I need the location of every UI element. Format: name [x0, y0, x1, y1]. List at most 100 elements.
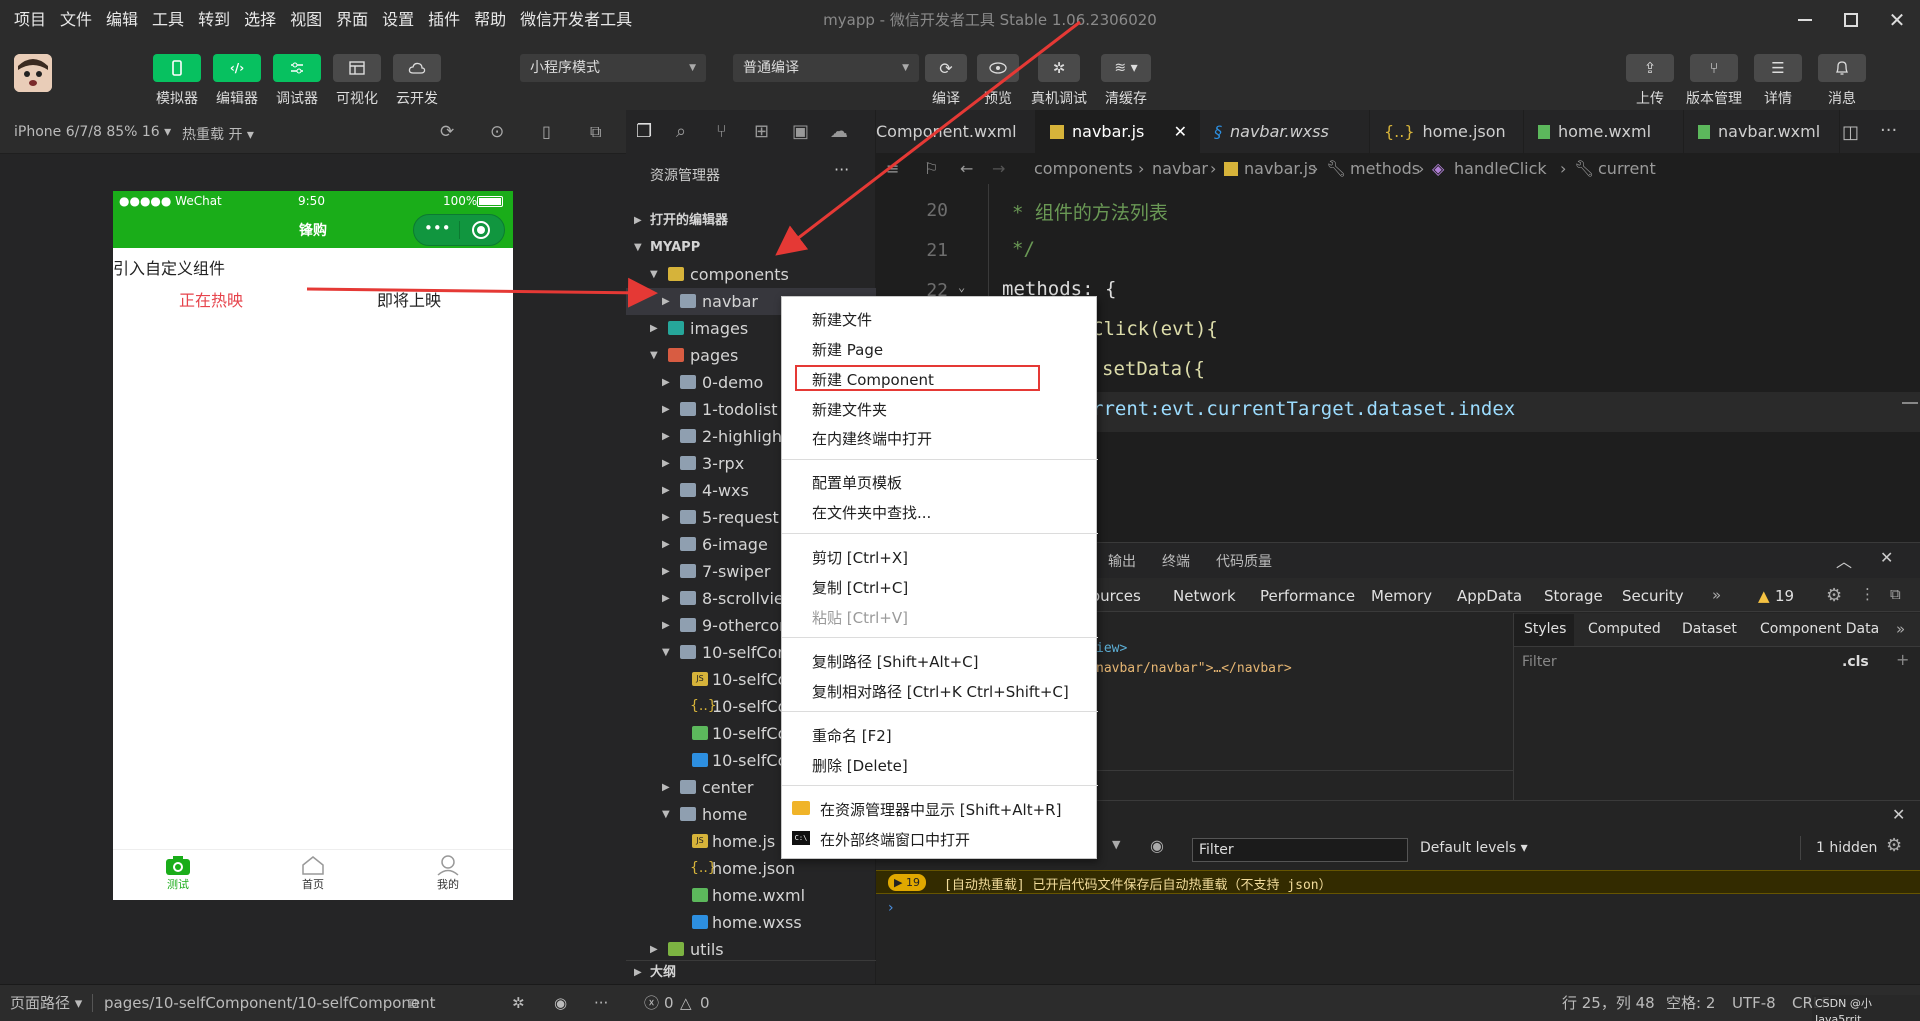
- more-tabs-icon[interactable]: »: [1712, 586, 1721, 604]
- default-levels-select[interactable]: Default levels ▾: [1420, 840, 1528, 856]
- tab-now-showing[interactable]: 正在热映: [179, 287, 243, 311]
- forward-arrow-icon[interactable]: →: [992, 154, 1005, 184]
- tab-navbar-wxss[interactable]: § navbar.wxss: [1200, 110, 1370, 154]
- crumb-navbar[interactable]: navbar: [1152, 154, 1208, 184]
- error-icon[interactable]: ⓧ: [644, 985, 659, 1021]
- computed-tab[interactable]: Computed: [1588, 621, 1661, 637]
- more-icon[interactable]: ···: [834, 160, 849, 179]
- copy-icon[interactable]: ⧉: [408, 985, 419, 1021]
- ctx-find-in-folder[interactable]: 在文件夹中查找...: [812, 502, 931, 523]
- visual-button[interactable]: [333, 54, 381, 82]
- dock-icon[interactable]: ⧉: [1890, 585, 1901, 603]
- ctx-new-page[interactable]: 新建 Page: [812, 339, 883, 360]
- eye-icon[interactable]: ◉: [554, 985, 567, 1021]
- menu-wechat-devtools[interactable]: 微信开发者工具: [513, 0, 639, 40]
- close-tab-icon[interactable]: ✕: [1174, 110, 1187, 154]
- devtools-tab-performance[interactable]: Performance: [1260, 587, 1355, 605]
- extensions-icon[interactable]: ⊞: [754, 121, 769, 142]
- open-editors-section[interactable]: ▶ 打开的编辑器: [626, 207, 876, 234]
- compile-button[interactable]: ⟳: [925, 54, 967, 82]
- devtools-tab-storage[interactable]: Storage: [1544, 587, 1603, 605]
- tab-coming-soon[interactable]: 即将上映: [377, 287, 441, 311]
- styles-filter-input[interactable]: Filter: [1522, 654, 1557, 670]
- ctx-open-in-terminal[interactable]: 在内建终端中打开: [812, 428, 932, 449]
- panel-tab-quality[interactable]: 代码质量: [1216, 551, 1272, 571]
- hot-reload-toggle[interactable]: 热重载 开 ▾: [182, 124, 254, 144]
- menu-project[interactable]: 项目: [0, 0, 53, 40]
- docker-icon[interactable]: ☁: [830, 121, 848, 142]
- styles-tab[interactable]: Styles: [1524, 621, 1566, 637]
- ctx-new-component[interactable]: 新建 Component: [812, 369, 934, 390]
- ctx-copy[interactable]: 复制 [Ctrl+C]: [812, 577, 908, 598]
- tree-item-utils[interactable]: ▶ utils: [626, 936, 876, 963]
- devtools-tab-network[interactable]: Network: [1173, 587, 1236, 605]
- more-icon[interactable]: ···: [594, 985, 608, 1021]
- dom-node-view[interactable]: iew>: [1096, 641, 1127, 656]
- bookmark-icon[interactable]: ⚐: [924, 154, 938, 184]
- close-panel-icon[interactable]: ✕: [1880, 548, 1893, 567]
- devtools-tab-security[interactable]: Security: [1622, 587, 1684, 605]
- tab-navbar-js[interactable]: navbar.js ✕: [1036, 110, 1200, 154]
- devtools-tab-appdata[interactable]: AppData: [1457, 587, 1522, 605]
- minimize-button[interactable]: [1782, 0, 1828, 40]
- tree-item-home-wxml[interactable]: home.wxml: [626, 882, 876, 909]
- messages-button[interactable]: [1818, 54, 1866, 82]
- menu-edit[interactable]: 编辑: [99, 0, 145, 40]
- caret-down-icon[interactable]: ▼: [1112, 838, 1120, 851]
- detach-icon[interactable]: ⧉: [590, 122, 601, 142]
- eye-icon[interactable]: ◉: [1150, 836, 1164, 855]
- tab-home-json[interactable]: {..} home.json: [1370, 110, 1524, 154]
- real-debug-button[interactable]: ✲: [1038, 54, 1080, 82]
- more-dots-icon[interactable]: •••: [424, 219, 451, 237]
- panel-tab-terminal[interactable]: 终端: [1162, 551, 1190, 571]
- chevron-up-icon[interactable]: ︿: [1836, 548, 1852, 572]
- component-data-tab[interactable]: Component Data: [1760, 621, 1879, 637]
- editor-button[interactable]: ‹/›: [213, 54, 261, 82]
- settings-gear-icon[interactable]: ⚙: [1826, 585, 1842, 606]
- clear-cache-button[interactable]: ≋ ▾: [1101, 54, 1151, 82]
- menu-help[interactable]: 帮助: [467, 0, 513, 40]
- indent-setting[interactable]: 空格: 2: [1666, 985, 1715, 1021]
- warning-icon[interactable]: △: [680, 985, 692, 1021]
- crumb-methods[interactable]: methods: [1350, 154, 1420, 184]
- panel-tab-output[interactable]: 输出: [1108, 551, 1136, 571]
- device-icon[interactable]: ▯: [542, 122, 551, 141]
- version-button[interactable]: ⑂: [1690, 54, 1738, 82]
- tree-item-home-json[interactable]: {..} home.json: [626, 855, 876, 882]
- panel-icon[interactable]: ▣: [792, 121, 809, 142]
- cloud-button[interactable]: [393, 54, 441, 82]
- ctx-delete[interactable]: 删除 [Delete]: [812, 755, 908, 776]
- outline-section[interactable]: ▶ 大纲: [626, 960, 876, 984]
- avatar[interactable]: [14, 54, 52, 92]
- ctx-open-external-terminal[interactable]: 在外部终端窗口中打开: [820, 829, 970, 850]
- compile-select[interactable]: 普通编译 ▼: [733, 54, 919, 82]
- crumb-current[interactable]: current: [1598, 154, 1656, 184]
- preview-button[interactable]: [977, 54, 1019, 82]
- menu-goto[interactable]: 转到: [191, 0, 237, 40]
- ctx-rename[interactable]: 重命名 [F2]: [812, 725, 892, 746]
- tab-component-wxml[interactable]: Component.wxml: [876, 110, 1036, 154]
- bug-icon[interactable]: ✲: [512, 985, 525, 1021]
- capsule-button[interactable]: •••: [413, 214, 505, 246]
- menu-view[interactable]: 视图: [283, 0, 329, 40]
- tabbar-item-mine[interactable]: 我的: [418, 854, 478, 892]
- ctx-reveal-in-explorer[interactable]: 在资源管理器中显示 [Shift+Alt+R]: [820, 799, 1061, 820]
- close-console-icon[interactable]: ✕: [1892, 805, 1905, 824]
- devtools-tab-sources[interactable]: ources: [1091, 587, 1141, 605]
- tab-home-wxml[interactable]: home.wxml: [1524, 110, 1684, 154]
- list-icon[interactable]: ≡: [886, 154, 899, 184]
- back-arrow-icon[interactable]: ←: [960, 154, 973, 184]
- debugger-button[interactable]: [273, 54, 321, 82]
- menu-file[interactable]: 文件: [53, 0, 99, 40]
- tab-navbar-wxml[interactable]: navbar.wxml: [1684, 110, 1840, 154]
- details-button[interactable]: ☰: [1754, 54, 1802, 82]
- dataset-tab[interactable]: Dataset: [1682, 621, 1737, 637]
- git-icon[interactable]: ⑂: [716, 121, 727, 142]
- simulator-button[interactable]: [153, 54, 201, 82]
- console-filter-input[interactable]: Filter: [1192, 838, 1408, 862]
- split-editor-icon[interactable]: ◫: [1842, 122, 1859, 143]
- close-miniprogram-icon[interactable]: [472, 221, 490, 239]
- menu-tools[interactable]: 工具: [145, 0, 191, 40]
- mode-select[interactable]: 小程序模式 ▼: [520, 54, 706, 82]
- ctx-copy-relative-path[interactable]: 复制相对路径 [Ctrl+K Ctrl+Shift+C]: [812, 681, 1069, 702]
